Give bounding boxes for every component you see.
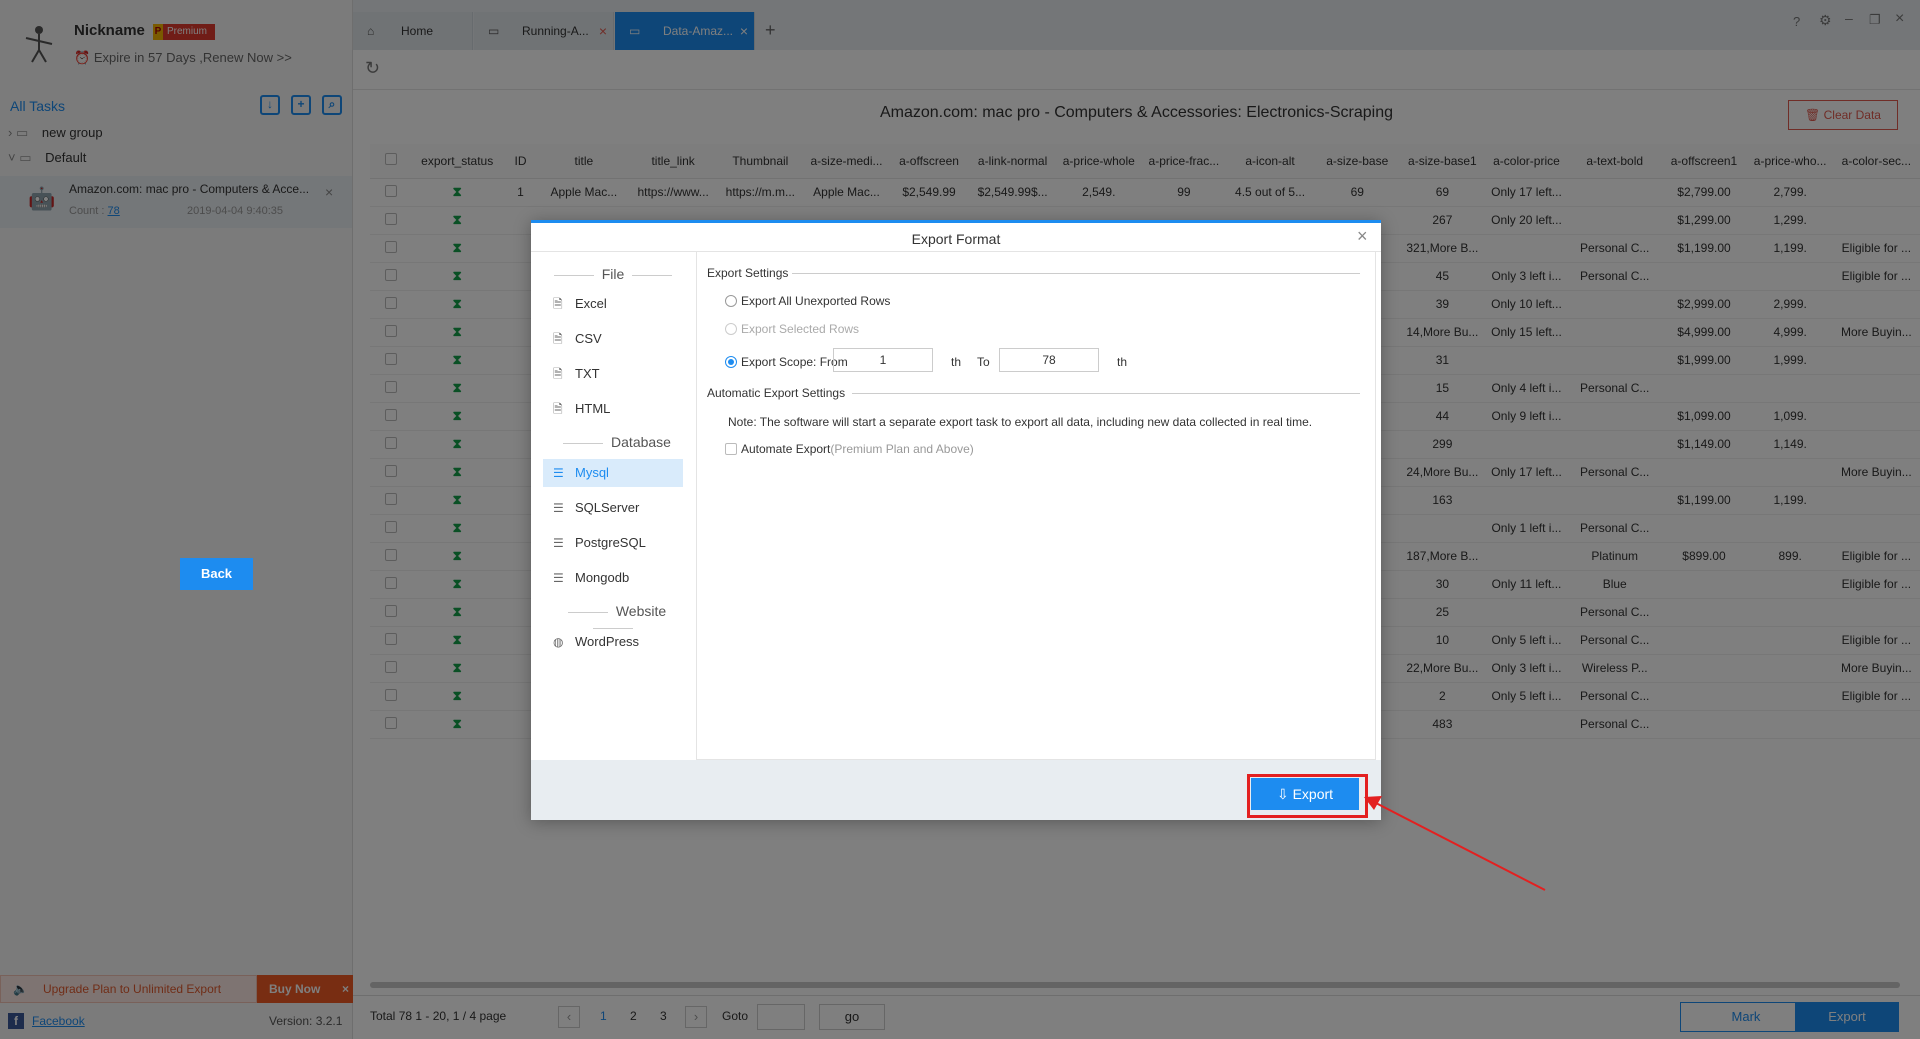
dialog-title: Export Format: [531, 220, 1381, 252]
scope-from-input[interactable]: 1: [833, 348, 933, 372]
database-icon: ☰: [553, 536, 564, 550]
option-excel[interactable]: 🗎 Excel: [543, 290, 683, 318]
divider: [792, 273, 1360, 274]
format-list: File 🗎 Excel 🗎 CSV 🗎 TXT 🗎 HTML Database ☰ My…: [531, 252, 691, 752]
option-postgresql[interactable]: ☰ PostgreSQL: [543, 529, 683, 557]
option-label: Mysql: [575, 465, 609, 480]
highlight-box: [1247, 774, 1368, 818]
option-label: CSV: [575, 331, 602, 346]
globe-icon: ◍: [553, 635, 564, 649]
option-sqlserver[interactable]: ☰ SQLServer: [543, 494, 683, 522]
radio-label: Export Scope: From: [741, 355, 848, 369]
option-label: SQLServer: [575, 500, 640, 515]
option-label: HTML: [575, 401, 611, 416]
option-wordpress[interactable]: ◍ WordPress: [543, 628, 683, 656]
option-mongodb[interactable]: ☰ Mongodb: [543, 564, 683, 592]
option-label: PostgreSQL: [575, 535, 646, 550]
checkbox-hint: (Premium Plan and Above): [830, 442, 974, 456]
radio-icon: [725, 356, 737, 368]
automate-export-checkbox[interactable]: Automate Export(Premium Plan and Above): [725, 442, 974, 456]
option-mysql[interactable]: ☰ Mysql: [543, 459, 683, 487]
radio-export-all[interactable]: Export All Unexported Rows: [725, 294, 890, 308]
scope-to-input[interactable]: 78: [999, 348, 1099, 372]
radio-label: Export All Unexported Rows: [741, 294, 891, 308]
th-label: th: [951, 355, 962, 369]
divider: [852, 393, 1360, 394]
option-label: WordPress: [575, 634, 640, 649]
option-label: Excel: [575, 296, 607, 311]
database-icon: ☰: [553, 466, 564, 480]
checkbox-icon: [725, 443, 737, 455]
close-icon[interactable]: ×: [1357, 226, 1368, 247]
export-settings-panel: Export Settings Export All Unexported Ro…: [696, 252, 1376, 760]
to-label: To: [977, 355, 990, 369]
option-label: Mongodb: [575, 570, 630, 585]
auto-export-heading: Automatic Export Settings: [707, 386, 846, 400]
file-icon: 🗎: [553, 402, 563, 416]
option-label: TXT: [575, 366, 600, 381]
option-csv[interactable]: 🗎 CSV: [543, 325, 683, 353]
radio-export-scope[interactable]: Export Scope: From: [725, 355, 848, 369]
export-format-dialog: Export Format × File 🗎 Excel 🗎 CSV 🗎 TXT 🗎 H…: [531, 220, 1381, 820]
back-button[interactable]: Back: [180, 558, 253, 590]
option-txt[interactable]: 🗎 TXT: [543, 360, 683, 388]
export-settings-heading: Export Settings: [707, 266, 789, 280]
section-file: File: [543, 266, 683, 282]
file-icon: 🗎: [553, 297, 563, 311]
database-icon: ☰: [553, 501, 564, 515]
database-icon: ☰: [553, 571, 564, 585]
radio-export-selected: Export Selected Rows: [725, 322, 859, 336]
radio-icon: [725, 295, 737, 307]
file-icon: 🗎: [553, 332, 563, 346]
file-icon: 🗎: [553, 367, 563, 381]
option-html[interactable]: 🗎 HTML: [543, 395, 683, 423]
annotation-arrow: [1364, 796, 1546, 891]
checkbox-label: Automate Export: [741, 442, 831, 456]
radio-label: Export Selected Rows: [741, 322, 860, 336]
auto-export-note: Note: The software will start a separate…: [728, 415, 1313, 429]
th-label: th: [1117, 355, 1128, 369]
radio-icon: [725, 323, 737, 335]
